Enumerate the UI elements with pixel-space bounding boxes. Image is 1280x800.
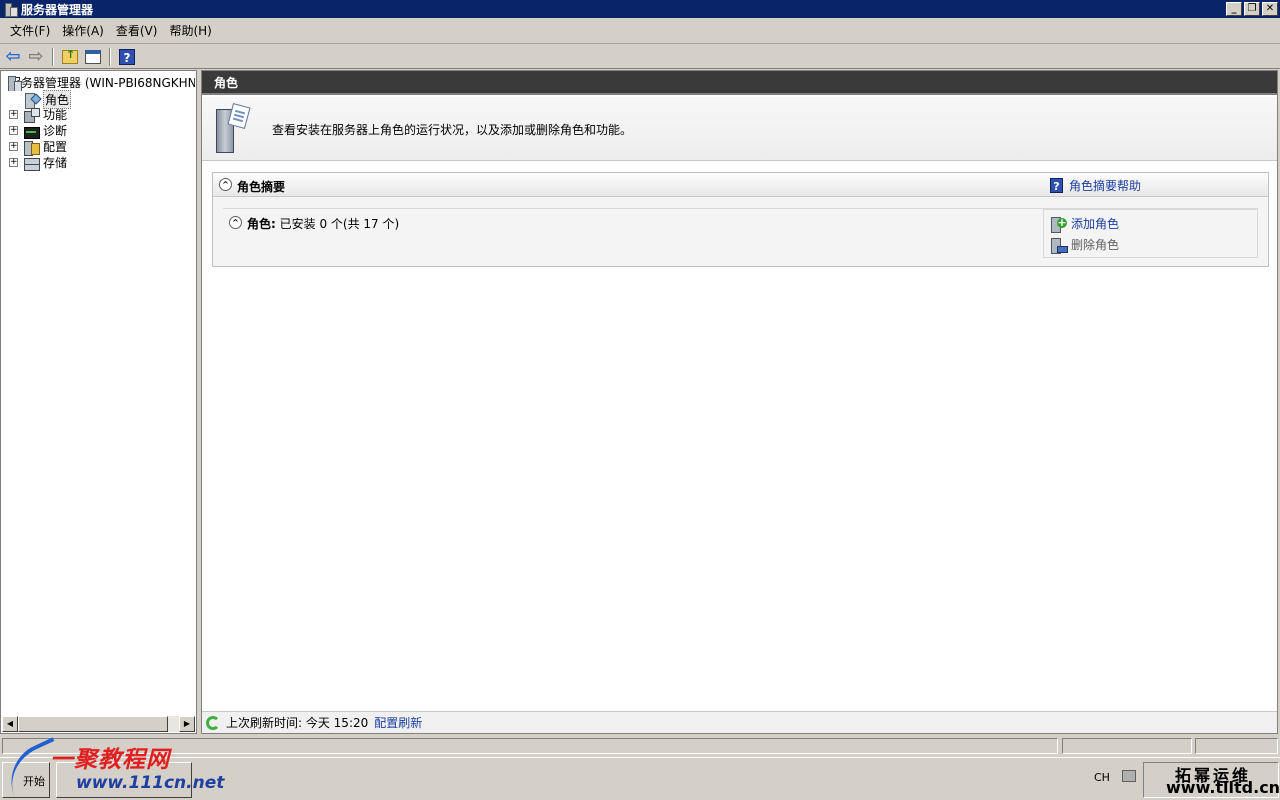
tree-root-label: 服务器管理器 (WIN-PBI68NGKHN xyxy=(9,76,195,90)
tree-item-diagnostics[interactable]: + 诊断 xyxy=(9,122,67,139)
roles-actions-box: 添加角色 删除角色 xyxy=(1043,209,1258,258)
remove-role-icon xyxy=(1050,237,1068,254)
close-button[interactable]: ✕ xyxy=(1262,2,1278,16)
roles-icon xyxy=(23,92,39,109)
add-roles-link[interactable]: 添加角色 xyxy=(1050,215,1120,233)
intro-banner: 查看安装在服务器上角色的运行状况，以及添加或删除角色和功能。 xyxy=(202,97,1277,161)
tree-item-label: 功能 xyxy=(43,108,68,122)
scroll-left-button[interactable]: ◀ xyxy=(2,716,18,732)
expand-icon[interactable]: + xyxy=(9,158,18,167)
scroll-right-button[interactable]: ▶ xyxy=(179,716,195,732)
expand-icon[interactable]: + xyxy=(9,126,18,135)
content-header: 角色 xyxy=(202,71,1277,95)
server-manager-icon xyxy=(3,2,18,17)
refresh-icon[interactable] xyxy=(206,715,220,730)
tree-item-features[interactable]: + 功能 xyxy=(9,106,67,123)
back-button[interactable]: ⇦ xyxy=(3,46,23,67)
keyboard-icon[interactable] xyxy=(1122,770,1136,782)
menu-action[interactable]: 操作(A) xyxy=(56,22,110,39)
toolbar-separator xyxy=(52,47,54,66)
roles-status-row: ^ 角色: 已安装 0 个(共 17 个) 添加角色 删除角色 xyxy=(223,208,1258,258)
help-link-label: 角色摘要帮助 xyxy=(1068,179,1141,193)
add-role-icon xyxy=(1050,216,1067,233)
watermark-left: 一聚教程网 www.111cn.net xyxy=(0,737,224,799)
watermark-url: www.111cn.net xyxy=(76,773,225,793)
forward-button[interactable]: ⇨ xyxy=(26,46,46,67)
scrollbar-thumb[interactable] xyxy=(18,716,168,732)
minimize-button[interactable]: _ xyxy=(1226,2,1242,16)
roles-summary-title: 角色摘要 xyxy=(237,180,286,194)
refresh-status-bar: 上次刷新时间: 今天 15:20 配置刷新 xyxy=(202,711,1277,733)
roles-banner-icon xyxy=(214,103,251,153)
tree-item-storage[interactable]: + 存储 xyxy=(9,154,67,171)
menu-view[interactable]: 查看(V) xyxy=(110,22,164,39)
tree-horizontal-scrollbar[interactable]: ◀ ▶ xyxy=(2,716,195,732)
tree-item-label: 存储 xyxy=(43,156,68,170)
help-icon: ? xyxy=(1049,178,1063,193)
back-arrow-icon: ⇦ xyxy=(5,46,21,67)
roles-summary-section: ^ 角色摘要 ? 角色摘要帮助 ^ 角色: 已安装 0 个(共 17 个) 添加… xyxy=(212,172,1269,267)
tree-item-configuration[interactable]: + 配置 xyxy=(9,138,68,156)
expand-icon[interactable]: + xyxy=(9,142,18,151)
toolbar: ⇦ ⇨ ? xyxy=(0,45,1280,69)
collapse-summary-icon[interactable]: ^ xyxy=(219,178,232,191)
expand-icon[interactable]: + xyxy=(9,110,18,119)
last-refresh-time: 上次刷新时间: 今天 15:20 xyxy=(226,716,369,730)
watermark-right-url: www.tlltd.cn xyxy=(1166,778,1280,797)
tree-item-label: 配置 xyxy=(43,140,68,154)
console-tree-icon xyxy=(85,49,101,64)
details-pane: 角色 查看安装在服务器上角色的运行状况，以及添加或删除角色和功能。 ^ 角色摘要… xyxy=(201,70,1278,734)
folder-up-icon xyxy=(62,48,78,64)
show-hide-console-tree-button[interactable] xyxy=(83,47,103,67)
toolbar-separator xyxy=(109,47,111,66)
title-bar[interactable]: 服务器管理器 _ ❐ ✕ xyxy=(0,0,1280,18)
help-button[interactable]: ? xyxy=(117,47,137,67)
language-indicator[interactable]: CH xyxy=(1094,771,1110,784)
configuration-icon xyxy=(23,140,40,156)
scrollbar-track[interactable] xyxy=(18,716,179,732)
add-roles-label: 添加角色 xyxy=(1071,217,1120,231)
roles-status: 角色: 已安装 0 个(共 17 个) xyxy=(247,215,399,232)
help-icon: ? xyxy=(119,48,135,65)
roles-summary-help-link[interactable]: ? 角色摘要帮助 xyxy=(1049,177,1141,194)
menu-file[interactable]: 文件(F) xyxy=(4,22,56,39)
remove-roles-label: 删除角色 xyxy=(1071,238,1120,252)
status-cell xyxy=(1062,738,1192,754)
tree-item-label: 诊断 xyxy=(43,124,68,138)
collapse-roles-icon[interactable]: ^ xyxy=(229,216,242,229)
window-controls: _ ❐ ✕ xyxy=(1226,2,1278,16)
menu-help[interactable]: 帮助(H) xyxy=(163,22,217,39)
roles-label: 角色: xyxy=(247,217,276,231)
restore-button[interactable]: ❐ xyxy=(1244,2,1260,16)
up-one-level-button[interactable] xyxy=(60,47,80,67)
forward-arrow-icon: ⇨ xyxy=(28,46,44,67)
console-tree[interactable]: 服务器管理器 (WIN-PBI68NGKHN 角色 + 功能 + 诊断 + 配置… xyxy=(0,70,197,734)
menu-bar: 文件(F) 操作(A) 查看(V) 帮助(H) xyxy=(0,18,1280,44)
storage-icon xyxy=(23,156,40,171)
tree-root-server-manager[interactable]: 服务器管理器 (WIN-PBI68NGKHN xyxy=(5,74,195,91)
intro-text: 查看安装在服务器上角色的运行状况，以及添加或删除角色和功能。 xyxy=(272,123,633,137)
roles-summary-header: ^ 角色摘要 ? 角色摘要帮助 xyxy=(213,173,1268,197)
roles-installed-count: 已安装 0 个(共 17 个) xyxy=(279,217,400,231)
diagnostics-icon xyxy=(23,124,40,139)
status-cell xyxy=(1195,738,1278,754)
remove-roles-link[interactable]: 删除角色 xyxy=(1050,236,1120,254)
watermark-cn-text: 一聚教程网 xyxy=(50,746,170,773)
configure-refresh-link[interactable]: 配置刷新 xyxy=(374,714,422,731)
features-icon xyxy=(23,107,40,123)
window-title: 服务器管理器 xyxy=(21,2,94,17)
